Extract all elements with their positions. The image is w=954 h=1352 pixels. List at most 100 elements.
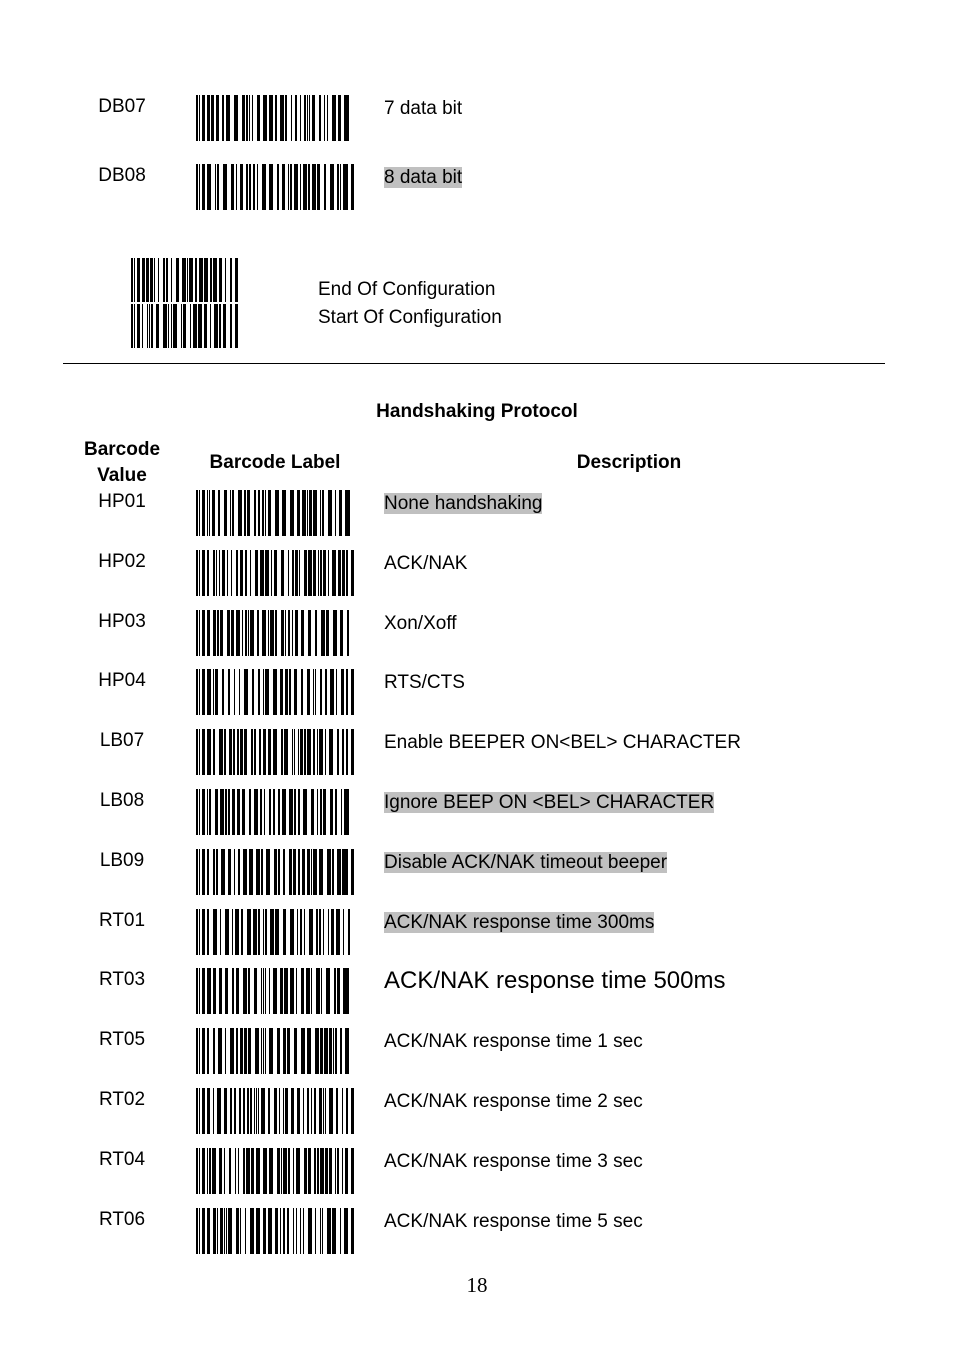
barcode-bar: [285, 1088, 288, 1134]
barcode-bar: [297, 1088, 300, 1134]
barcode-bar: [283, 909, 286, 955]
barcode-bar: [213, 849, 215, 895]
barcode-description: RTS/CTS: [384, 670, 465, 696]
barcode-bar: [312, 164, 316, 210]
barcode-value: RT04: [98, 1149, 146, 1170]
barcode-bar: [282, 789, 286, 835]
barcode-bar: [295, 95, 297, 141]
barcode-bar: [230, 304, 232, 348]
barcode-bar: [202, 490, 205, 536]
barcode-bar: [243, 968, 247, 1014]
barcode-bar: [316, 909, 318, 955]
barcode-bar: [321, 968, 322, 1014]
barcode-bar: [337, 968, 340, 1014]
barcode-bar: [224, 729, 226, 775]
barcode-bar: [166, 258, 168, 302]
barcode-value: LB09: [99, 850, 145, 871]
barcode-bar: [199, 669, 200, 715]
barcode-bar: [244, 669, 248, 715]
barcode-bar: [215, 669, 218, 715]
barcode-bar: [351, 729, 354, 775]
barcode-bar: [292, 729, 293, 775]
barcode-bar: [313, 849, 317, 895]
barcode-bar: [171, 258, 172, 302]
barcode-bar: [245, 610, 247, 656]
barcode-bar: [300, 164, 301, 210]
barcode-bar: [303, 164, 307, 210]
barcode-bar: [336, 909, 340, 955]
barcode-bar: [278, 849, 280, 895]
barcode-bar: [209, 490, 210, 536]
barcode-bar: [242, 95, 245, 141]
barcode-bar: [268, 1088, 270, 1134]
barcode-bar: [240, 550, 243, 596]
barcode-bar: [229, 729, 232, 775]
barcode-bar: [277, 1148, 280, 1194]
barcode-value: LB07: [99, 730, 145, 751]
barcode-bar: [296, 968, 297, 1014]
barcode-bar: [199, 1208, 200, 1254]
barcode-bar: [287, 1208, 289, 1254]
barcode-description: ACK/NAK response time 500ms: [384, 968, 725, 994]
barcode-bar: [241, 909, 243, 955]
barcode-image: [196, 490, 350, 536]
barcode-bar: [344, 95, 347, 141]
barcode-bar: [325, 1088, 326, 1134]
barcode-bar: [168, 304, 169, 348]
barcode-bar: [262, 610, 266, 656]
description-text: ACK/NAK: [384, 553, 468, 574]
barcode-bar: [343, 909, 344, 955]
barcode-bar: [343, 164, 346, 210]
barcode-bar: [202, 164, 205, 210]
barcode-bar: [294, 729, 295, 775]
barcode-label: [196, 849, 354, 895]
barcode-bar: [207, 1208, 210, 1254]
barcode-bar: [228, 789, 230, 835]
barcode-bar: [220, 610, 223, 656]
barcode-bar: [301, 1028, 305, 1074]
barcode-image: [196, 968, 349, 1014]
barcode-label: [196, 1088, 354, 1134]
barcode-bar: [342, 550, 345, 596]
barcode-bar: [275, 490, 279, 536]
barcode-bar: [292, 550, 294, 596]
barcode-bar: [268, 490, 271, 536]
barcode-bar: [320, 550, 322, 596]
barcode-bar: [265, 968, 266, 1014]
barcode-bar: [309, 909, 313, 955]
header-value-line1: Barcode: [83, 439, 161, 460]
barcode-bar: [326, 610, 329, 656]
barcode-bar: [281, 729, 283, 775]
barcode-bar: [345, 490, 348, 536]
barcode-bar: [258, 490, 260, 536]
barcode-bar: [199, 849, 200, 895]
barcode-label: [196, 909, 354, 955]
barcode-label: [196, 610, 354, 656]
barcode-bar: [236, 164, 237, 210]
barcode-bar: [283, 1148, 287, 1194]
barcode-description: 8 data bit: [384, 165, 463, 191]
barcode-bar: [217, 610, 219, 656]
barcode-bar: [217, 164, 219, 210]
barcode-bar: [322, 490, 324, 536]
barcode-bar: [246, 95, 248, 141]
barcode-bar: [199, 1028, 200, 1074]
configuration-barcode-image: [131, 258, 238, 348]
barcode-bar: [288, 164, 289, 210]
barcode-bar: [231, 610, 234, 656]
barcode-bar: [244, 490, 246, 536]
barcode-bar: [335, 490, 336, 536]
barcode-bar: [239, 669, 240, 715]
barcode-bar: [263, 729, 266, 775]
barcode-bar: [222, 669, 224, 715]
barcode-bar: [312, 95, 315, 141]
barcode-bar: [240, 729, 243, 775]
barcode-bar: [322, 1208, 323, 1254]
barcode-bar: [230, 1028, 234, 1074]
barcode-bar: [210, 304, 211, 348]
barcode-bar: [216, 849, 218, 895]
barcode-bar: [259, 729, 261, 775]
barcode-bar: [307, 849, 310, 895]
barcode-bar: [223, 164, 227, 210]
barcode-bar: [338, 550, 341, 596]
